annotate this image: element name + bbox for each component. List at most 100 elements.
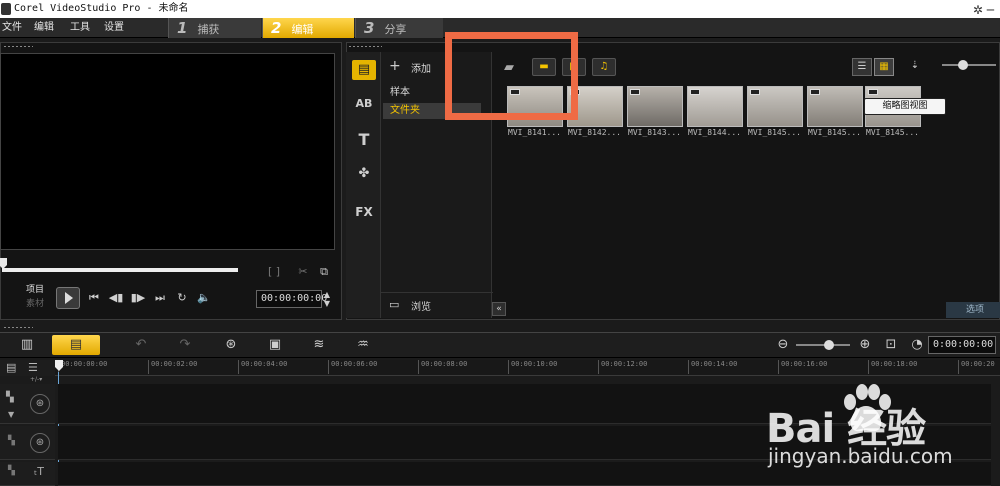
redo-icon[interactable]: ↷ [172,336,198,354]
title-category-icon[interactable]: T [352,130,376,150]
video-badge-icon [750,89,760,95]
library-category-bar: ▤ AB T ✤ FX [346,52,380,318]
volume-icon[interactable]: 🔈 [196,290,212,306]
baidu-jingyan-watermark: Bai 经验 jingyan.baidu.com [766,378,996,484]
previous-frame-icon[interactable]: ◀▮ [108,290,124,306]
show-audio-icon[interactable]: ♫ [592,58,616,76]
window-settings-icon[interactable]: ✲ ─ [964,1,994,17]
track-visibility-icon[interactable]: ▚ [8,466,15,476]
ruler-tick: 00:00:10:00 [508,360,557,374]
storyboard-view-icon[interactable]: ▥ [14,336,40,354]
menu-edit[interactable]: 编辑 [34,20,54,36]
play-button[interactable] [56,287,80,309]
thumbnail-view-icon[interactable]: ▦ [874,58,894,76]
video-track-header: ▚ ▼ ⊛ [0,384,55,424]
home-icon[interactable]: ⏮ [86,290,102,306]
audio-mix-icon[interactable]: ≋ [306,336,332,354]
media-thumbnail[interactable] [687,86,743,127]
expand-track-icon[interactable]: ▼ [8,410,14,419]
app-icon [1,3,11,15]
panel-grip[interactable] [3,326,33,329]
auto-music-icon[interactable]: ♒ [350,336,376,354]
thumbnail-size-slider[interactable] [942,64,996,66]
play-icon [65,292,73,304]
ruler-tick: 00:00:14:00 [688,360,737,374]
record-capture-icon[interactable]: ⊛ [218,336,244,354]
window-title: Corel VideoStudio Pro - 未命名 [14,3,189,14]
undo-icon[interactable]: ↶ [128,336,154,354]
collapse-panel-button[interactable]: « [492,302,506,316]
repeat-icon[interactable]: ↻ [174,290,190,306]
player-timecode[interactable]: 00:00:00:00 [256,290,327,308]
zoom-in-icon[interactable]: ⊕ [852,336,878,354]
timeline-view-icon[interactable]: ▤ [52,335,100,355]
menu-file[interactable]: 文件 [2,20,22,36]
zoom-out-icon[interactable]: ⊖ [770,336,796,354]
ripple-edit-icon[interactable]: +/-▾ [30,376,56,383]
media-thumbnail[interactable] [747,86,803,127]
media-thumbnail[interactable] [807,86,863,127]
tab-capture[interactable]: 1 捕获 [168,18,261,38]
chapter-icon[interactable]: ☰ [28,361,38,374]
filters-category-icon[interactable]: FX [352,202,376,222]
ruler-tick: 00:00:06:00 [328,360,377,374]
overlay-track-header: ▚ ⊛ [0,426,55,460]
slider-knob[interactable] [958,60,968,70]
slider-knob[interactable] [824,340,834,350]
step-label: 分享 [384,23,407,36]
next-frame-icon[interactable]: ▮▶ [130,290,146,306]
add-folder-label[interactable]: 添加 [411,60,431,75]
media-category-icon[interactable]: ▤ [352,60,376,80]
mode-clip[interactable]: 素材 [26,296,50,312]
tab-share[interactable]: 3 分享 [355,18,443,38]
menu-tools[interactable]: 工具 [70,20,90,36]
thumbnail-label: MVI_8143... [628,128,681,137]
videostudio-window: Corel VideoStudio Pro - 未命名 ✲ ─ 文件 编辑 工具… [0,0,1000,486]
track-visibility-icon[interactable]: ▚ [8,436,15,446]
ruler-tick: 00:00:12:00 [598,360,647,374]
timeline-ruler[interactable]: 00:00:00:00 00:00:02:00 00:00:04:00 00:0… [55,360,1000,376]
watermark-url: jingyan.baidu.com [768,444,953,468]
tab-edit[interactable]: 2 编辑 [262,18,354,38]
ruler-tick: 00:00:16:00 [778,360,827,374]
divider [381,292,493,293]
trim-markers-icon[interactable]: [ ] [256,264,292,280]
playback-scrubber[interactable] [2,268,238,272]
panel-grip[interactable] [3,45,33,48]
ruler-tick: 00:00:04:00 [238,360,287,374]
video-track-icon: ⊛ [30,394,50,414]
smart-proxy-icon[interactable]: ▣ [262,336,288,354]
playhead-icon[interactable] [54,360,64,372]
track-manager-icon[interactable]: ▤ [6,361,16,374]
browse-label[interactable]: 浏览 [411,298,431,313]
menu-settings[interactable]: 设置 [104,20,124,36]
transitions-category-icon[interactable]: AB [352,94,376,114]
ruler-tick: 00:00:00:00 [58,360,107,374]
paw-logo-icon [844,384,891,432]
browse-icon[interactable]: ▭ [389,298,399,311]
video-badge-icon [810,89,820,95]
options-button[interactable]: 选项 [946,302,1000,318]
track-visibility-icon[interactable]: ▚ [6,392,14,403]
timeline-timecode[interactable]: 0:00:00:00 [928,336,996,354]
timecode-stepper-icon[interactable]: ▲ ▼ [322,290,332,308]
fit-project-icon[interactable]: ⊡ [878,336,904,354]
ruler-tick: 00:00:08:00 [418,360,467,374]
panel-grip[interactable] [348,45,382,48]
title-track-header: ▚ ₜT [0,462,55,486]
split-clip-icon[interactable]: ✂ [296,264,310,280]
project-duration-icon[interactable]: ◔ [904,336,930,354]
end-icon[interactable]: ⏭ [152,290,168,306]
sort-icon[interactable]: ⇣ [906,58,924,76]
tooltip: 缩略图视图 [864,98,946,115]
thumbnail-label: MVI_8142... [568,128,621,137]
title-track-icon: ₜT [34,465,44,478]
enlarge-preview-icon[interactable]: ⧉ [316,264,332,280]
list-view-icon[interactable]: ☰ [852,58,872,76]
thumbnail-label: MVI_8145... [866,128,919,137]
video-badge-icon [868,89,878,95]
media-thumbnail[interactable] [627,86,683,127]
add-folder-icon[interactable]: + [389,58,401,74]
timeline-zoom-slider[interactable] [796,344,850,346]
graphics-category-icon[interactable]: ✤ [352,164,376,184]
